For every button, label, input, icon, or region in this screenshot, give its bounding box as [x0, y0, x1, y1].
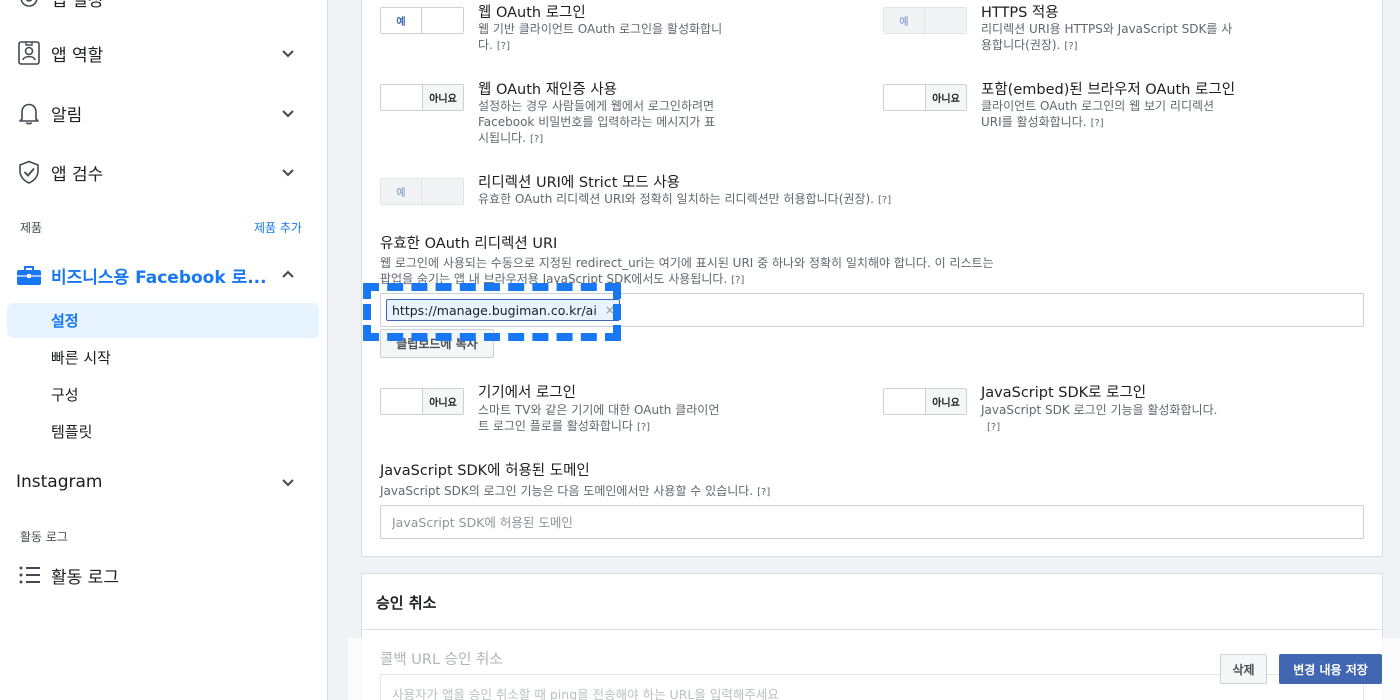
embedded-browser-oauth-toggle[interactable]: 아니요 [883, 84, 967, 111]
user-badge-icon [16, 40, 42, 66]
sidebar-item-notifications[interactable]: 알림 [0, 93, 328, 133]
web-oauth-login-title: 웹 OAuth 로그인 [478, 5, 586, 21]
help-icon[interactable]: [?] [731, 275, 744, 286]
jssdk-domains-title: JavaScript SDK에 허용된 도메인 [380, 463, 590, 479]
jssdk-domains-field[interactable] [380, 505, 1364, 539]
sidebar-subitem-templates[interactable]: 템플릿 [7, 414, 319, 449]
products-section-label: 제품 [20, 221, 43, 235]
device-login-desc: 스마트 TV와 같은 기기에 대한 OAuth 클라이언 트 로그인 플로를 활… [478, 403, 720, 433]
bell-icon [16, 100, 42, 126]
sidebar-item-app-roles[interactable]: 앱 역할 [0, 33, 328, 73]
jssdk-login-desc: JavaScript SDK 로그인 기능을 활성화합니다. [?] [981, 403, 1218, 433]
sidebar-item-app-review[interactable]: 앱 검수 [0, 152, 328, 192]
activity-section-label: 활동 로그 [20, 530, 68, 544]
enforce-https-desc: 리디렉션 URI용 HTTPS와 JavaScript SDK를 사 용합니다(… [981, 22, 1233, 52]
delete-button[interactable]: 삭제 [1220, 654, 1267, 684]
help-icon[interactable]: [?] [530, 134, 543, 145]
strict-mode-toggle[interactable]: 예 [380, 178, 464, 205]
chevron-down-icon[interactable] [280, 474, 296, 490]
gear-icon [16, 0, 42, 11]
help-icon[interactable]: [?] [637, 422, 650, 433]
deauthorize-callback-placeholder: 사용자가 앱을 승인 취소할 때 ping을 전송해야 하는 URL을 입력해주… [392, 687, 779, 700]
save-changes-button[interactable]: 변경 내용 저장 [1279, 654, 1382, 684]
sidebar-item-label: 앱 검수 [51, 164, 104, 185]
help-icon[interactable]: [?] [757, 487, 770, 498]
device-login-title: 기기에서 로그인 [478, 385, 576, 401]
sidebar-item-activity-log[interactable]: 활동 로그 [0, 555, 328, 595]
sidebar-item-app-settings[interactable]: 앱 설정 [0, 0, 328, 18]
chevron-down-icon[interactable] [280, 164, 296, 180]
web-oauth-reauth-desc: 설정하는 경우 사람들에게 웹에서 로그인하려면 Facebook 비밀번호를 … [478, 99, 716, 145]
divider [362, 629, 1382, 630]
sidebar-item-facebook-login-business[interactable]: 비즈니스용 Facebook 로... [0, 255, 328, 295]
strict-mode-title: 리디렉션 URI에 Strict 모드 사용 [478, 175, 680, 191]
chevron-down-icon[interactable] [280, 105, 296, 121]
sidebar-subitem-configuration[interactable]: 구성 [7, 377, 319, 412]
sidebar-item-label: 활동 로그 [51, 567, 119, 588]
sidebar-item-instagram[interactable]: Instagram [0, 462, 328, 502]
chevron-down-icon[interactable] [280, 45, 296, 61]
help-icon[interactable]: [?] [1064, 41, 1077, 52]
sidebar-subitem-label: 설정 [51, 312, 79, 330]
sidebar-subitem-label: 템플릿 [51, 423, 93, 441]
deauthorize-title: 승인 취소 [376, 594, 437, 612]
web-oauth-login-desc: 웹 기반 클라이언트 OAuth 로그인을 활성화합니 다. [?] [478, 22, 723, 52]
chevron-up-icon[interactable] [280, 267, 296, 283]
highlight-annotation [363, 283, 621, 341]
sidebar-subitem-label: 구성 [51, 386, 79, 404]
device-login-toggle[interactable]: 아니요 [380, 388, 464, 415]
web-oauth-login-toggle[interactable]: 예 [380, 7, 464, 34]
help-icon[interactable]: [?] [878, 195, 891, 206]
sidebar-item-label: 앱 설정 [51, 0, 104, 11]
embedded-browser-oauth-title: 포함(embed)된 브라우저 OAuth 로그인 [981, 82, 1236, 98]
sidebar-item-label: 앱 역할 [51, 45, 104, 66]
enforce-https-title: HTTPS 적용 [981, 5, 1059, 21]
web-oauth-reauth-title: 웹 OAuth 재인증 사용 [478, 82, 618, 98]
web-oauth-reauth-toggle[interactable]: 아니요 [380, 84, 464, 111]
strict-mode-desc: 유효한 OAuth 리디렉션 URI와 정확히 일치하는 리디렉션만 허용합니다… [478, 192, 892, 206]
jssdk-domains-input[interactable] [381, 506, 1363, 538]
list-icon [16, 562, 42, 588]
embedded-browser-oauth-desc: 클라이언트 OAuth 로그인의 웹 보기 리디렉션 URI를 활성화합니다.[… [981, 99, 1215, 129]
redirect-uri-title: 유효한 OAuth 리디렉션 URI [380, 236, 558, 252]
help-icon[interactable]: [?] [497, 41, 510, 52]
jssdk-domains-desc: JavaScript SDK의 로그인 기능은 다음 도메인에서만 사용할 수 … [380, 484, 771, 498]
briefcase-icon [16, 262, 42, 288]
enforce-https-toggle[interactable]: 예 [883, 7, 967, 34]
sidebar-subitem-settings[interactable]: 설정 [7, 303, 319, 338]
sidebar-item-label: Instagram [16, 472, 103, 492]
jssdk-login-toggle[interactable]: 아니요 [883, 388, 967, 415]
help-icon[interactable]: [?] [1091, 118, 1104, 129]
sidebar-item-label: 비즈니스용 Facebook 로... [51, 267, 267, 288]
deauthorize-callback-label: 콜백 URL 승인 취소 [380, 652, 503, 668]
help-icon[interactable]: [?] [987, 422, 1000, 433]
sidebar-item-label: 알림 [51, 105, 83, 126]
shield-check-icon [16, 159, 42, 185]
jssdk-login-title: JavaScript SDK로 로그인 [981, 385, 1147, 401]
sidebar-subitem-quickstart[interactable]: 빠른 시작 [7, 340, 319, 375]
add-product-link[interactable]: 제품 추가 [254, 219, 302, 236]
sidebar: 앱 설정 앱 역할 알림 앱 검수 제품 제품 추가 비즈니스용 Faceboo… [0, 0, 328, 700]
deauthorize-callback-input[interactable]: 사용자가 앱을 승인 취소할 때 ping을 전송해야 하는 URL을 입력해주… [380, 674, 1364, 700]
sidebar-subitem-label: 빠른 시작 [51, 349, 111, 367]
